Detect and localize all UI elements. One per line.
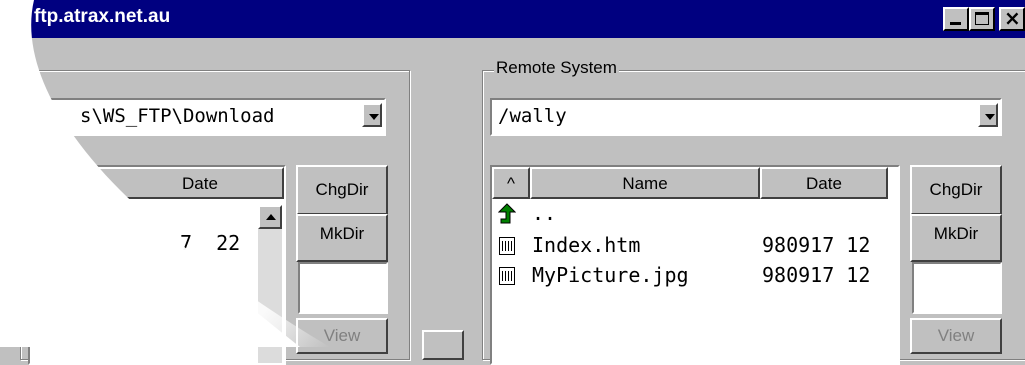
remote-mkdir-button[interactable]: MkDir xyxy=(910,214,1002,262)
minimize-icon xyxy=(950,22,961,25)
title-bar[interactable]: ftp.atrax.net.au × xyxy=(0,0,1025,38)
minimize-button[interactable] xyxy=(943,7,969,31)
remote-system-label: Remote System xyxy=(494,58,619,78)
remote-chgdir-button[interactable]: ChgDir xyxy=(910,165,1002,215)
remote-path-dropdown-button[interactable] xyxy=(978,103,998,127)
maximize-button[interactable] xyxy=(969,7,995,31)
file-icon xyxy=(499,267,515,285)
transfer-button[interactable] xyxy=(422,330,464,360)
local-filename-box[interactable] xyxy=(298,262,388,314)
local-scroll-up-button[interactable] xyxy=(258,205,282,229)
local-scrollbar-track[interactable] xyxy=(258,229,282,363)
file-date: 980917 12 xyxy=(762,263,871,287)
up-folder-icon xyxy=(498,203,516,224)
dropdown-arrow-icon xyxy=(985,114,995,120)
local-date-header[interactable]: Date xyxy=(30,167,284,199)
local-list-item[interactable]: 7 22 xyxy=(180,231,240,255)
local-date-header-label: Date xyxy=(182,174,218,193)
close-button[interactable]: × xyxy=(999,6,1025,31)
file-name: Index.htm xyxy=(532,233,641,257)
maximize-icon xyxy=(975,12,989,25)
remote-date-header[interactable]: Date xyxy=(760,167,888,199)
list-item[interactable]: .. xyxy=(496,201,886,231)
file-icon xyxy=(499,237,515,255)
file-date: 980917 12 xyxy=(762,233,871,257)
dropdown-arrow-icon xyxy=(369,114,379,120)
local-chgdir-button[interactable]: ChgDir xyxy=(296,165,388,215)
remote-view-button[interactable]: View xyxy=(910,318,1002,354)
remote-name-header[interactable]: Name xyxy=(530,167,760,199)
file-name: MyPicture.jpg xyxy=(532,263,689,287)
remote-path-text: /wally xyxy=(498,105,567,127)
scroll-up-icon xyxy=(266,214,276,220)
remote-file-list[interactable]: ^ Name Date .. Index.htm 980917 12 MyPic… xyxy=(490,165,900,365)
close-icon: × xyxy=(1004,6,1021,30)
local-file-list[interactable]: Date 7 22 xyxy=(28,165,286,365)
remote-path-combo[interactable]: /wally xyxy=(490,98,1002,136)
local-path-combo[interactable]: s\WS_FTP\Download xyxy=(28,98,386,136)
local-view-button[interactable]: View xyxy=(296,318,388,354)
local-mkdir-button[interactable]: MkDir xyxy=(296,214,388,262)
remote-sort-header[interactable]: ^ xyxy=(492,167,530,199)
list-item[interactable]: Index.htm 980917 12 xyxy=(496,233,886,261)
list-item[interactable]: MyPicture.jpg 980917 12 xyxy=(496,263,886,291)
file-name: .. xyxy=(532,201,557,225)
local-path-dropdown-button[interactable] xyxy=(362,103,382,127)
remote-filename-box[interactable] xyxy=(912,262,1002,314)
local-path-text: s\WS_FTP\Download xyxy=(80,105,275,127)
window-title: ftp.atrax.net.au xyxy=(34,6,171,27)
